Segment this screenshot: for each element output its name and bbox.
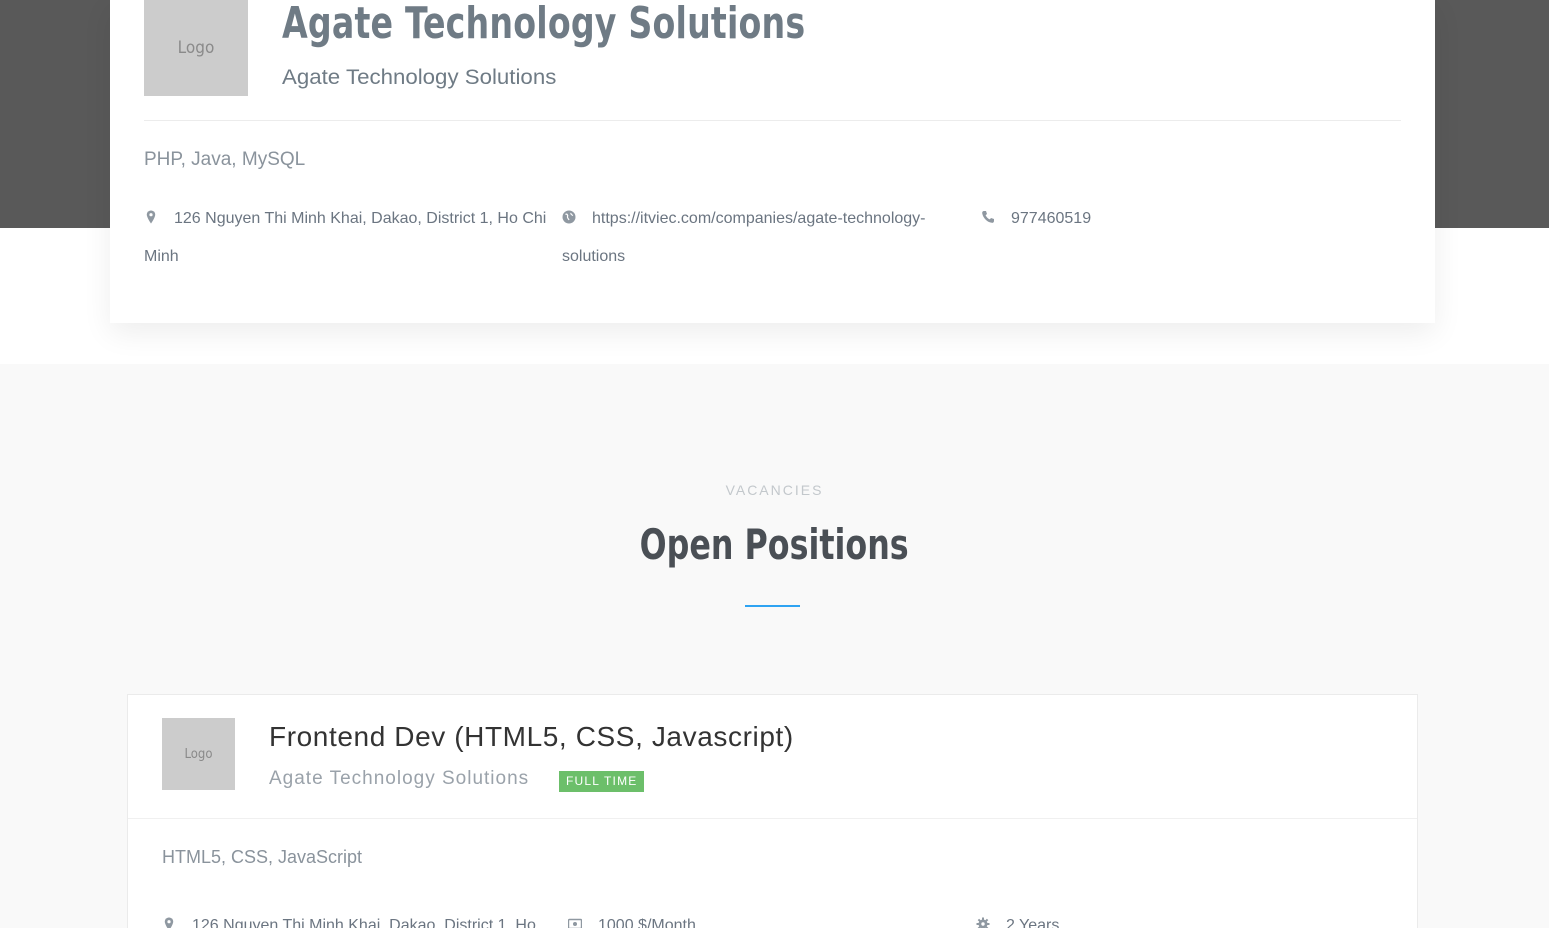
company-name: Agate Technology Solutions	[282, 0, 806, 49]
phone-icon	[982, 211, 994, 223]
job-card[interactable]: Logo Frontend Dev (HTML5, CSS, Javascrip…	[127, 694, 1418, 928]
job-location: 126 Nguyen Thi Minh Khai, Dakao, Distric…	[162, 917, 562, 928]
money-icon	[568, 918, 582, 928]
card-divider	[144, 120, 1401, 121]
company-phone-text: 977460519	[1011, 210, 1092, 227]
map-marker-icon	[146, 210, 156, 224]
section-title-text: Open Positions	[639, 520, 910, 569]
company-skills: PHP, Java, MySQL	[144, 149, 306, 170]
job-type-badge: FULL TIME	[559, 771, 645, 792]
gear-icon	[976, 917, 990, 928]
globe-icon	[562, 210, 576, 224]
job-divider	[128, 818, 1417, 819]
job-logo: Logo	[162, 718, 235, 790]
job-experience: 2 Years	[976, 917, 1059, 928]
section-eyebrow: VACANCIES	[725, 482, 824, 498]
job-skills: HTML5, CSS, JavaScript	[162, 847, 363, 867]
title-accent-rule	[745, 605, 800, 607]
job-company: Agate Technology Solutions	[269, 768, 530, 789]
job-salary-text: 1000 $/Month	[598, 917, 696, 928]
company-website-link[interactable]: https://itviec.com/companies/agate-techn…	[562, 210, 926, 265]
job-location-text: 126 Nguyen Thi Minh Khai, Dakao, Distric…	[192, 917, 536, 928]
job-salary: 1000 $/Month	[568, 917, 696, 928]
map-marker-icon	[164, 917, 174, 928]
job-experience-text: 2 Years	[1006, 917, 1060, 928]
company-tagline: Agate Technology Solutions	[282, 66, 557, 89]
company-logo: Logo	[144, 0, 248, 96]
company-phone: 977460519	[981, 200, 1181, 238]
company-profile-card: Logo Agate Technology Solutions Agate Te…	[110, 0, 1435, 323]
company-website[interactable]: https://itviec.com/companies/agate-techn…	[562, 200, 957, 276]
company-address: 126 Nguyen Thi Minh Khai, Dakao, Distric…	[144, 200, 564, 276]
company-address-text: 126 Nguyen Thi Minh Khai, Dakao, Distric…	[144, 210, 547, 265]
job-title[interactable]: Frontend Dev (HTML5, CSS, Javascript)	[269, 721, 794, 753]
section-title: Open Positions	[0, 520, 1549, 569]
